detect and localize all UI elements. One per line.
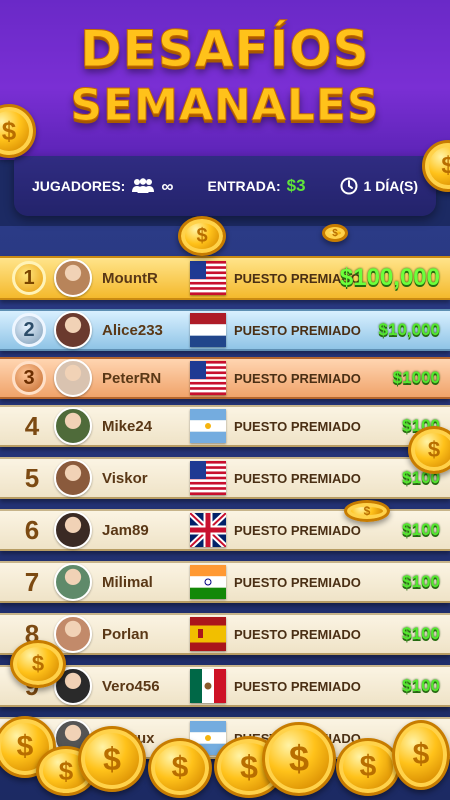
player-name: Mike24	[102, 417, 153, 435]
avatar[interactable]	[54, 511, 92, 549]
avatar[interactable]	[54, 359, 92, 397]
app-screen: DESAFÍOS SEMANALES JUGADORES: ∞ ENTRADA:…	[0, 0, 450, 800]
prize-amount: $10,000	[378, 320, 440, 339]
coin-icon: $	[78, 726, 146, 792]
player-name: Viskor	[102, 469, 148, 487]
leaderboard-row[interactable]: 3 PeterRN PUESTO PREMIADO $1000	[0, 357, 450, 399]
entry-info: ENTRADA: $3	[208, 176, 306, 196]
coin-icon: $	[262, 722, 336, 796]
title-line-1: DESAFÍOS	[80, 20, 370, 79]
player-name: PeterRN	[102, 369, 162, 387]
rank-number: 4	[24, 410, 40, 441]
players-label: JUGADORES:	[32, 178, 126, 194]
coin-icon: $	[344, 500, 390, 522]
avatar[interactable]	[54, 459, 92, 497]
coin-icon: $	[148, 738, 212, 798]
clock-icon	[340, 177, 358, 195]
country-flag-icon	[190, 565, 226, 599]
prize-amount: $100,000	[339, 264, 440, 291]
player-name: Alice233	[102, 321, 163, 339]
leaderboard-row[interactable]: 7 Milimal PUESTO PREMIADO $100	[0, 561, 450, 603]
country-flag-icon	[190, 409, 226, 443]
player-name: Milimal	[102, 573, 153, 591]
player-name: MountR	[102, 269, 158, 287]
leaderboard-row[interactable]: 5 Viskor PUESTO PREMIADO $100	[0, 457, 450, 499]
avatar[interactable]	[54, 615, 92, 653]
players-info: JUGADORES: ∞	[32, 178, 173, 195]
leaderboard-row[interactable]: 4 Mike24 PUESTO PREMIADO $100	[0, 405, 450, 447]
country-flag-icon	[187, 510, 229, 550]
infinity-value: ∞	[161, 176, 174, 196]
country-flag-icon	[190, 617, 226, 651]
time-value: 1 DÍA(S)	[363, 178, 418, 194]
country-flag-icon	[190, 313, 226, 347]
prize-amount: $1000	[392, 368, 440, 387]
coin-icon: $	[392, 720, 450, 790]
leaderboard-row[interactable]: 2 Alice233 PUESTO PREMIADO $10,000	[0, 309, 450, 351]
rank-medal-icon: 1	[12, 261, 46, 295]
leaderboard-row[interactable]: 8 Porlan PUESTO PREMIADO $100	[0, 613, 450, 655]
entry-value: $3	[286, 176, 306, 195]
rank-medal-icon: 2	[12, 313, 46, 347]
rank-medal-icon: 3	[12, 361, 46, 395]
coin-icon: $	[178, 216, 226, 256]
leaderboard-row[interactable]: 9Vero456PUESTO PREMIADO$100	[0, 665, 450, 707]
entry-label: ENTRADA:	[207, 178, 281, 194]
avatar[interactable]	[54, 311, 92, 349]
challenge-info-bar: JUGADORES: ∞ ENTRADA: $3 1 DÍA(S)	[14, 156, 436, 216]
people-icon	[132, 178, 155, 193]
player-name: Porlan	[102, 625, 149, 643]
player-name: Jam89	[102, 521, 149, 539]
avatar[interactable]	[54, 259, 92, 297]
avatar[interactable]	[54, 407, 92, 445]
rank-number: 6	[24, 514, 40, 545]
country-flag-icon	[190, 669, 226, 703]
country-flag-icon	[190, 461, 226, 495]
player-name: Vero456	[102, 677, 160, 695]
avatar[interactable]	[54, 563, 92, 601]
time-info: 1 DÍA(S)	[340, 177, 418, 195]
rank-number: 7	[24, 566, 40, 597]
leaderboard-row[interactable]: 1 MountR PUESTO PREMIADO $100,000	[0, 256, 450, 300]
prize-amount: $100	[402, 676, 440, 695]
title-line-2: SEMANALES	[70, 80, 380, 132]
prize-amount: $100	[402, 624, 440, 643]
country-flag-icon	[190, 261, 226, 295]
coin-icon: $	[10, 640, 66, 688]
header-banner: DESAFÍOS SEMANALES	[0, 0, 450, 160]
rank-number: 5	[24, 462, 40, 493]
country-flag-icon	[190, 361, 226, 395]
prize-amount: $100	[402, 572, 440, 591]
coin-icon: $	[322, 224, 348, 242]
coin-icon: $	[336, 738, 400, 796]
